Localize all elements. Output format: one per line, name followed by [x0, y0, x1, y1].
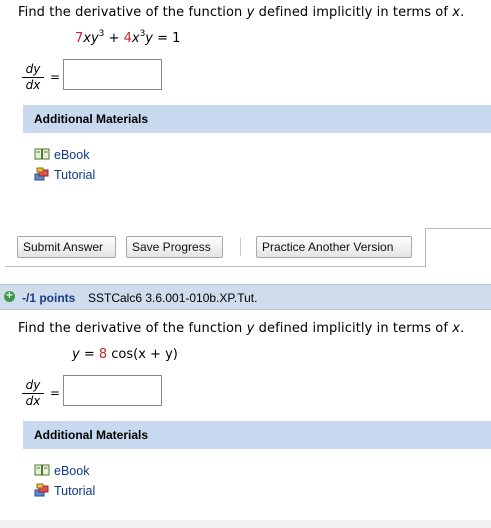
save-progress-button[interactable]: Save Progress	[126, 236, 223, 258]
points-label: -/1 points	[22, 291, 76, 305]
question-2-prompt: Find the derivative of the function y de…	[18, 321, 465, 336]
equals-sign-2: =	[50, 386, 61, 400]
answer-input-1[interactable]	[63, 59, 162, 90]
tutorial-icon	[34, 167, 49, 181]
answer-input-2[interactable]	[63, 375, 162, 406]
bottom-divider	[0, 520, 491, 528]
additional-materials-header-2: Additional Materials	[23, 421, 491, 449]
equals-sign-1: =	[50, 70, 61, 84]
ebook-link-2[interactable]: eBook	[34, 463, 89, 478]
additional-materials-header-1: Additional Materials	[23, 105, 491, 133]
tutorial-icon	[34, 483, 49, 497]
question-2-header: + -/1 points SSTCalc6 3.6.001-010b.XP.Tu…	[0, 284, 491, 310]
derivative-fraction-2: dy dx	[22, 379, 44, 408]
button-divider	[240, 238, 241, 256]
ebook-link-1[interactable]: eBook	[34, 147, 89, 162]
question-1-equation: 7xy3 + 4x3y = 1	[75, 29, 181, 47]
tutorial-link-1[interactable]: Tutorial	[34, 167, 95, 182]
book-icon	[34, 148, 50, 160]
submit-answer-button[interactable]: Submit Answer	[17, 236, 116, 258]
panel-top-border	[425, 228, 491, 229]
panel-bottom-border	[5, 266, 426, 267]
panel-right-border	[425, 228, 426, 266]
book-icon	[34, 464, 50, 476]
tutorial-link-2[interactable]: Tutorial	[34, 483, 95, 498]
question-1-prompt: Find the derivative of the function y de…	[18, 5, 465, 20]
expand-plus-icon[interactable]: +	[4, 291, 15, 302]
question-code: SSTCalc6 3.6.001-010b.XP.Tut.	[88, 291, 258, 305]
derivative-fraction-1: dy dx	[22, 63, 44, 92]
question-2-equation: y = 8 cos(x + y)	[72, 347, 178, 362]
practice-another-version-button[interactable]: Practice Another Version	[256, 236, 412, 258]
